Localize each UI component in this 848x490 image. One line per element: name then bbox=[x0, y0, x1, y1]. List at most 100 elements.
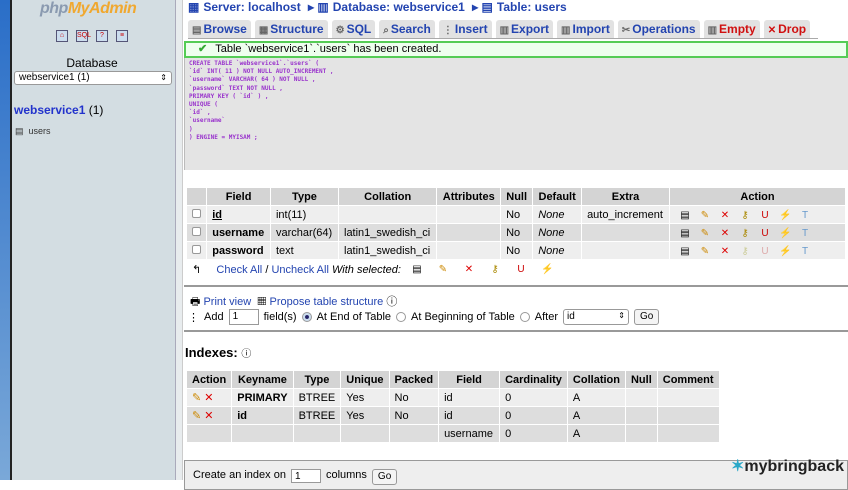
sidebar-resizer[interactable] bbox=[176, 0, 183, 480]
table-row: id int(11) No None auto_increment ▤ ✎ ✕ ⚷ U ⚡… bbox=[187, 206, 845, 223]
browse-icon: ▤ bbox=[192, 25, 202, 36]
row-checkbox[interactable] bbox=[192, 244, 201, 254]
tab-export[interactable]: ▥ Export bbox=[495, 20, 554, 38]
field-null: No bbox=[501, 206, 533, 223]
success-text: Table `webservice1`.`users` has been cre… bbox=[215, 43, 442, 55]
breadcrumb-table[interactable]: Table: users bbox=[497, 0, 567, 14]
idx-header-type: Type bbox=[293, 371, 341, 388]
edit-index-icon[interactable]: ✎ bbox=[192, 410, 201, 422]
sidebar-table-users[interactable]: ▤ users bbox=[15, 126, 51, 137]
unique-icon-disabled: U bbox=[761, 245, 769, 257]
after-radio[interactable] bbox=[519, 312, 530, 322]
drop-index-icon[interactable]: ✕ bbox=[204, 392, 213, 404]
drop-index-icon[interactable]: ✕ bbox=[204, 410, 213, 422]
edit-selected-icon[interactable]: ✎ bbox=[437, 264, 449, 275]
row-checkbox[interactable] bbox=[192, 208, 201, 218]
delete-icon[interactable]: ✕ bbox=[719, 228, 731, 239]
tab-browse[interactable]: ▤ Browse bbox=[188, 20, 251, 38]
database-link[interactable]: webservice1 bbox=[14, 103, 85, 117]
fulltext-icon[interactable]: T bbox=[799, 228, 811, 239]
index-icon[interactable]: ⚡ bbox=[779, 228, 791, 239]
index-selected-icon[interactable]: ⚡ bbox=[541, 264, 553, 275]
search-icon: ⌕ bbox=[383, 25, 389, 36]
browse-icon[interactable]: ▤ bbox=[679, 246, 691, 257]
table-row: password text latin1_swedish_ci No None … bbox=[187, 242, 845, 259]
field-null: No bbox=[501, 242, 533, 259]
idx-header-field: Field bbox=[439, 371, 500, 388]
columns-label: columns bbox=[325, 469, 367, 481]
field-type: varchar(64) bbox=[270, 224, 338, 241]
index-unique: Yes bbox=[341, 389, 389, 406]
idx-header-comment: Comment bbox=[657, 371, 719, 388]
tab-operations[interactable]: ✂ Operations bbox=[617, 20, 700, 38]
breadcrumb-server[interactable]: Server: localhost bbox=[203, 0, 300, 14]
watermark-logo: ✶mybringback bbox=[731, 458, 844, 475]
propose-structure-link[interactable]: Propose table structure bbox=[270, 296, 384, 308]
sql-query-icon[interactable]: SQL bbox=[76, 30, 91, 42]
fulltext-icon[interactable]: T bbox=[799, 210, 811, 221]
tab-structure[interactable]: ▦ Structure bbox=[254, 20, 328, 38]
add-go-button[interactable]: Go bbox=[634, 309, 660, 325]
help-icon[interactable]: ? bbox=[96, 30, 108, 42]
browse-icon[interactable]: ▤ bbox=[679, 210, 691, 221]
fields-label: field(s) bbox=[263, 311, 297, 323]
index-packed bbox=[389, 425, 439, 442]
tab-drop[interactable]: ✕ Drop bbox=[763, 20, 811, 38]
home-icon[interactable]: ⌂ bbox=[56, 30, 68, 42]
tab-import[interactable]: ▥ Import bbox=[557, 20, 614, 38]
at-end-radio[interactable] bbox=[301, 312, 312, 322]
primary-key-icon[interactable]: ⚷ bbox=[739, 228, 751, 239]
field-attributes bbox=[437, 224, 501, 241]
delete-selected-icon[interactable]: ✕ bbox=[463, 264, 475, 275]
structure-table: Field Type Collation Attributes Null Def… bbox=[186, 187, 846, 260]
edit-pencil-icon[interactable]: ✎ bbox=[699, 210, 711, 221]
browse-selected-icon[interactable]: ▤ bbox=[411, 264, 423, 275]
phpmyadmin-logo[interactable]: phpMyAdmin bbox=[40, 0, 137, 18]
breadcrumb-database[interactable]: Database: webservice1 bbox=[333, 0, 465, 14]
unique-icon[interactable]: U bbox=[759, 228, 771, 239]
tab-sql[interactable]: ⚙ SQL bbox=[331, 20, 376, 38]
tab-insert[interactable]: ⋮ Insert bbox=[438, 20, 492, 38]
after-field-value: id bbox=[567, 311, 575, 322]
at-beginning-label: At Beginning of Table bbox=[411, 311, 515, 323]
help-icon[interactable]: ⓘ bbox=[386, 296, 397, 308]
idx-header-packed: Packed bbox=[389, 371, 439, 388]
docs-icon[interactable]: ≡ bbox=[116, 30, 128, 42]
tab-empty[interactable]: ▥ Empty bbox=[703, 20, 760, 38]
row-checkbox[interactable] bbox=[192, 226, 201, 236]
wrench-icon: ✂ bbox=[621, 25, 631, 36]
index-columns-input[interactable]: 1 bbox=[290, 469, 321, 483]
primary-key-icon[interactable]: ⚷ bbox=[739, 210, 751, 221]
print-view-link[interactable]: Print view bbox=[203, 296, 251, 308]
import-icon: ▥ bbox=[561, 25, 571, 36]
check-all-link[interactable]: Check All bbox=[216, 264, 262, 276]
index-collation: A bbox=[567, 407, 625, 424]
index-icon[interactable]: ⚡ bbox=[779, 210, 791, 221]
delete-icon[interactable]: ✕ bbox=[719, 210, 731, 221]
help-icon[interactable]: ⓘ bbox=[241, 349, 251, 360]
propose-icon: ▦ bbox=[257, 296, 267, 308]
browse-icon[interactable]: ▤ bbox=[679, 228, 691, 239]
tab-search[interactable]: ⌕ Search bbox=[379, 20, 435, 38]
at-beginning-radio[interactable] bbox=[396, 312, 406, 322]
fulltext-icon[interactable]: T bbox=[799, 246, 811, 257]
idx-header-action: Action bbox=[187, 371, 232, 388]
edit-pencil-icon[interactable]: ✎ bbox=[699, 228, 711, 239]
uncheck-all-link[interactable]: Uncheck All bbox=[271, 264, 328, 276]
primary-selected-icon[interactable]: ⚷ bbox=[489, 264, 501, 275]
edit-pencil-icon[interactable]: ✎ bbox=[699, 246, 711, 257]
field-default: None bbox=[538, 208, 565, 221]
idx-header-collation: Collation bbox=[567, 371, 625, 388]
delete-icon[interactable]: ✕ bbox=[719, 246, 731, 257]
field-default: None bbox=[538, 226, 565, 239]
after-field-select[interactable]: id ⇕ bbox=[563, 309, 629, 325]
field-count-input[interactable]: 1 bbox=[228, 309, 259, 325]
database-select[interactable]: webservice1 (1) ⇕ bbox=[14, 71, 172, 85]
print-icon: 🖶 bbox=[190, 296, 201, 308]
create-index-go-button[interactable]: Go bbox=[371, 469, 398, 485]
edit-index-icon[interactable]: ✎ bbox=[192, 392, 201, 404]
header-attributes: Attributes bbox=[437, 188, 501, 205]
unique-icon[interactable]: U bbox=[759, 210, 771, 221]
unique-selected-icon[interactable]: U bbox=[515, 264, 527, 275]
field-name: username bbox=[212, 226, 265, 239]
